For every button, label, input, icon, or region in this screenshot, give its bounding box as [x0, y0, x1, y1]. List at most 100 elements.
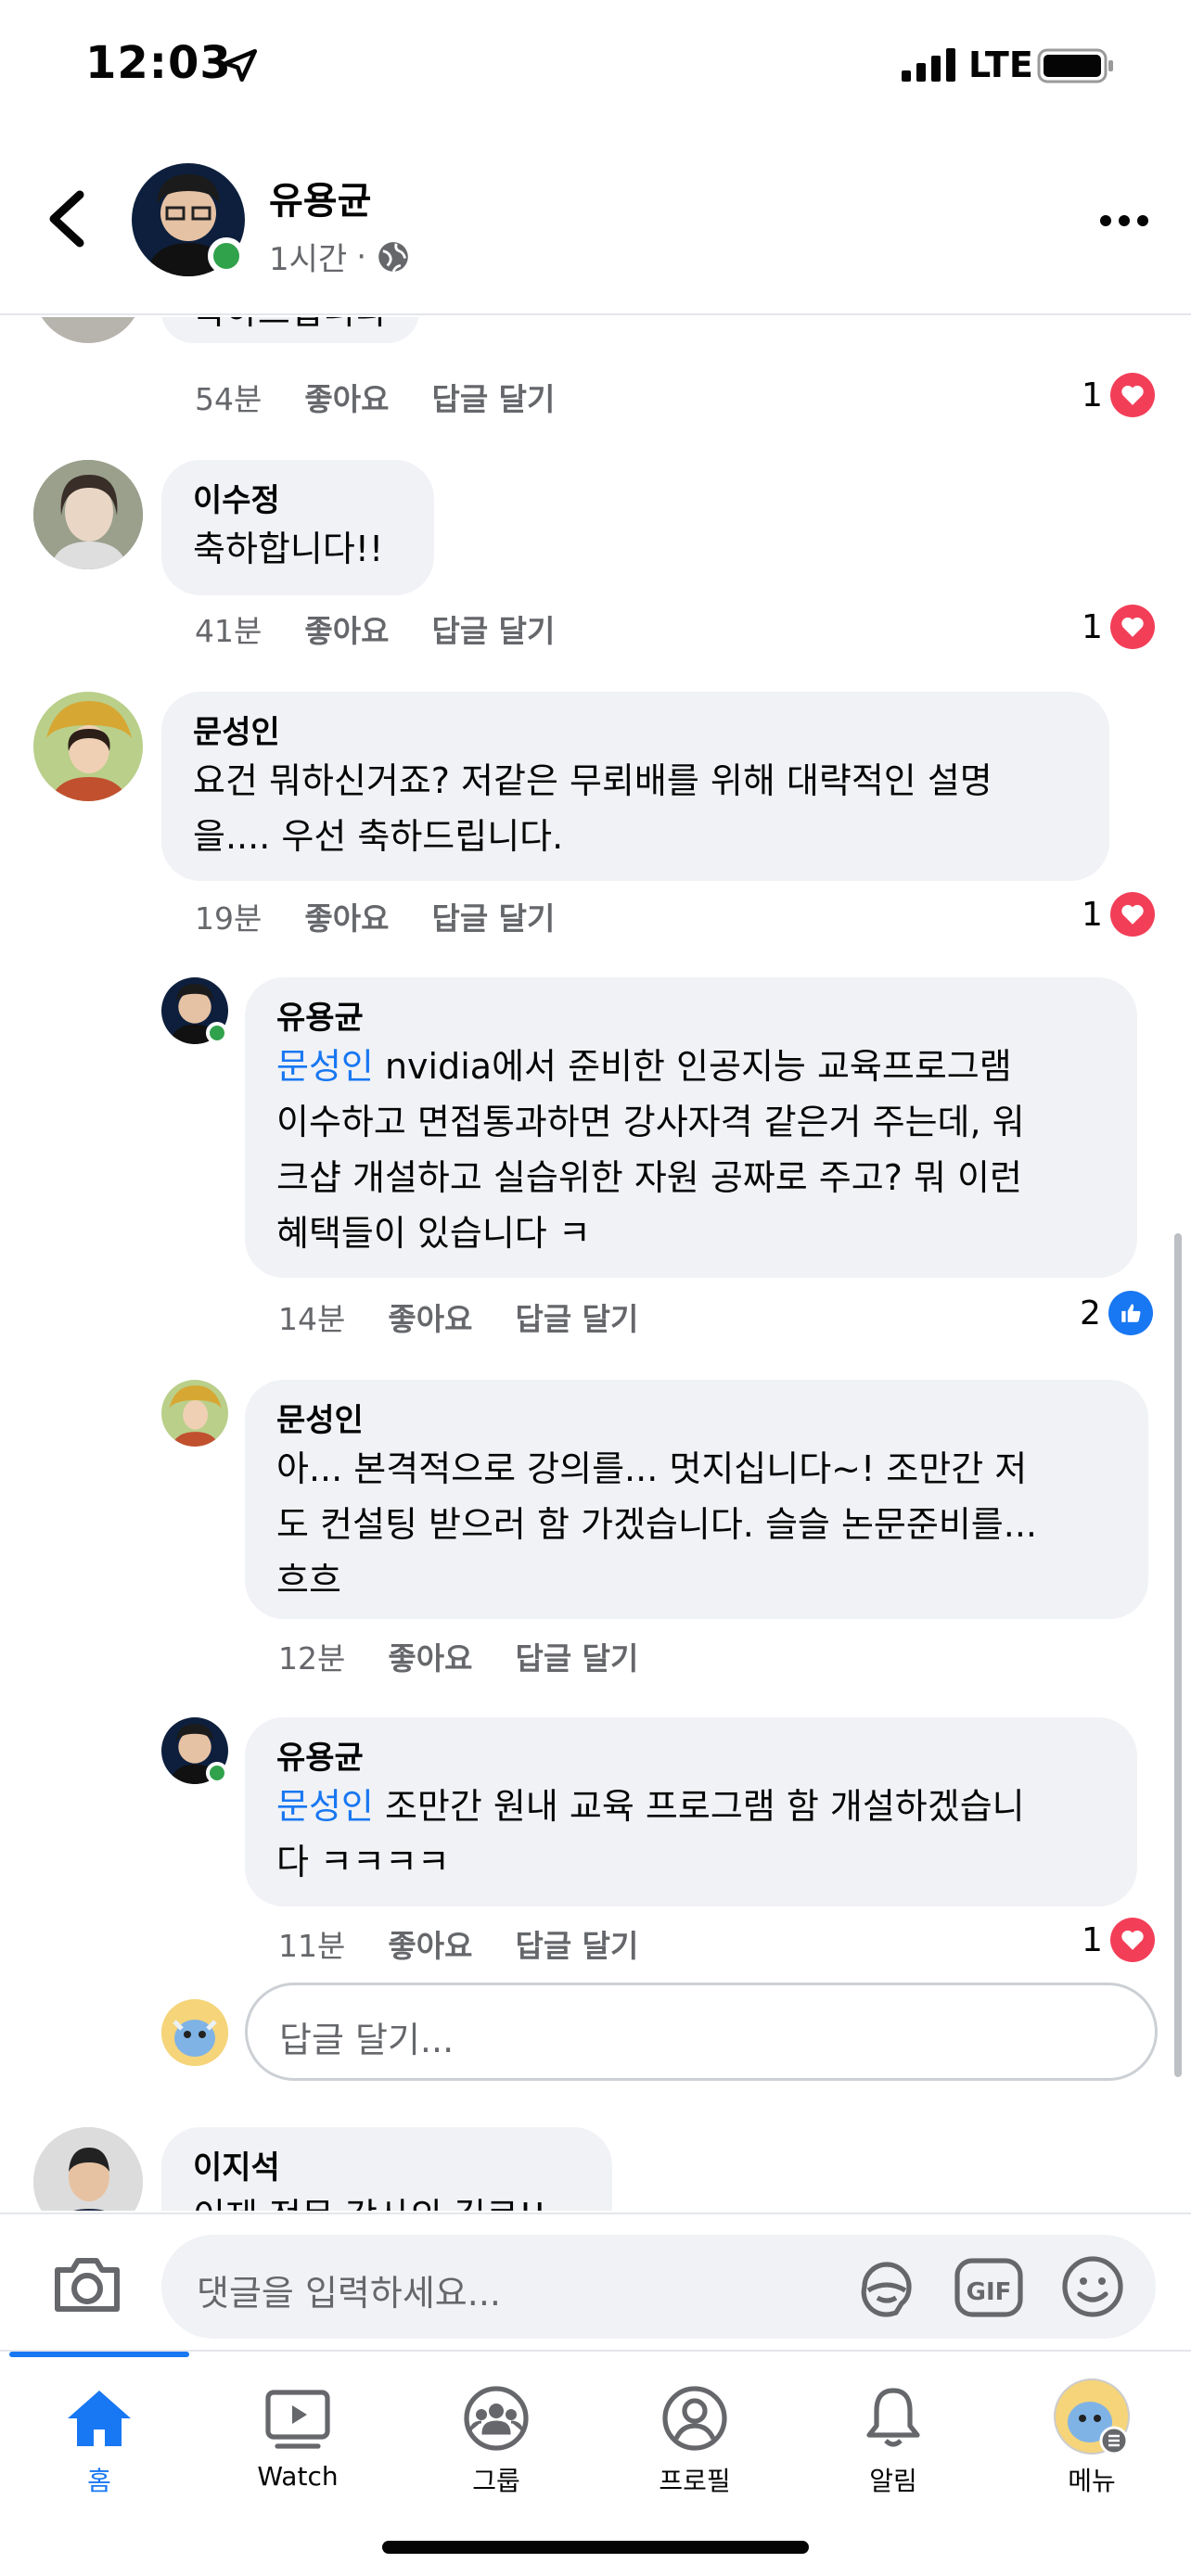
- reply-avatar[interactable]: [161, 1380, 228, 1447]
- reply-actions: 14분 좋아요 답글 달기: [278, 1294, 638, 1339]
- like-button[interactable]: 좋아요: [304, 606, 389, 651]
- comment-bubble: 이수정 축하합니다!!: [161, 460, 434, 595]
- reply-time: 11분: [278, 1928, 346, 1964]
- battery-icon: [1037, 48, 1113, 83]
- comment-composer: 댓글을 입력하세요... GIF: [0, 2213, 1191, 2348]
- reply-actions: 12분 좋아요 답글 달기: [278, 1634, 638, 1678]
- reply-text-line: 이수하고 면접통과하면 강사자격 같은거 주는데, 워: [276, 1102, 1025, 1142]
- tab-label: 프로필: [659, 2466, 731, 2496]
- mention-link[interactable]: 문성인: [276, 1786, 374, 1827]
- author-name[interactable]: 유용균: [269, 171, 371, 224]
- camera-icon[interactable]: [52, 2255, 122, 2315]
- tab-groups[interactable]: 그룹: [417, 2385, 575, 2498]
- reply-author[interactable]: 유용균: [276, 998, 1106, 1039]
- comment-bubble: 축하드립니다: [161, 317, 419, 343]
- reply-text-line: 도 컨설팅 받으러 함 가겠습니다. 슬슬 논문준비를...: [276, 1504, 1037, 1545]
- comment-author[interactable]: 문성인: [193, 712, 1078, 753]
- online-status-dot: [206, 1022, 228, 1044]
- like-button[interactable]: 좋아요: [304, 375, 389, 419]
- back-arrow-icon[interactable]: [43, 189, 91, 249]
- location-arrow-icon: [223, 48, 258, 83]
- reaction-summary[interactable]: 1: [1082, 605, 1155, 649]
- reply-bubble: 유용균 문성인 nvidia에서 준비한 인공지능 교육프로그램 이수하고 면접…: [245, 977, 1137, 1278]
- tab-label: Watch: [257, 2461, 339, 2492]
- mention-link[interactable]: 문성인: [276, 1046, 374, 1087]
- online-status-dot: [208, 237, 245, 274]
- reaction-summary[interactable]: 1: [1082, 1918, 1155, 1962]
- scrollbar[interactable]: [1174, 1233, 1182, 2077]
- status-time: 12:03: [85, 37, 232, 89]
- reaction-summary[interactable]: 1: [1082, 373, 1155, 417]
- comment-time: 54분: [195, 381, 263, 417]
- profile-icon: [662, 2386, 727, 2451]
- post-meta: 1시간 ·: [269, 234, 411, 279]
- reaction-count: 1: [1082, 1920, 1103, 1959]
- reaction-summary[interactable]: 1: [1082, 892, 1155, 937]
- tab-label: 홈: [87, 2466, 111, 2496]
- comment-input-placeholder: 댓글을 입력하세요...: [197, 2273, 501, 2314]
- reaction-summary[interactable]: 2: [1080, 1291, 1153, 1335]
- reply-button[interactable]: 답글 달기: [515, 1294, 638, 1339]
- reply-text-line: 혜택들이 있습니다 ㅋ: [276, 1213, 591, 1254]
- comment-bubble: 문성인 요건 뭐하신거죠? 저같은 무뢰배를 위해 대략적인 설명 을.... …: [161, 692, 1109, 881]
- commenter-avatar[interactable]: [33, 460, 143, 569]
- reply-input[interactable]: 답글 달기...: [245, 1983, 1158, 2081]
- tab-home[interactable]: 홈: [20, 2385, 178, 2498]
- tab-menu[interactable]: 메뉴: [1013, 2378, 1171, 2498]
- like-button[interactable]: 좋아요: [304, 894, 389, 938]
- active-tab-indicator: [9, 2352, 189, 2357]
- comment-text-line: 을.... 우선 축하드립니다.: [193, 816, 564, 857]
- home-icon: [68, 2391, 131, 2446]
- heart-reaction-icon: [1109, 605, 1155, 649]
- my-avatar: [161, 1999, 228, 2066]
- comment-time: 41분: [195, 613, 263, 649]
- gif-icon[interactable]: GIF: [954, 2257, 1024, 2318]
- tab-profile[interactable]: 프로필: [616, 2385, 774, 2498]
- comment-text: 축하드립니다: [193, 317, 388, 339]
- tab-watch[interactable]: Watch: [219, 2385, 377, 2492]
- online-status-dot: [206, 1762, 228, 1784]
- reply-button[interactable]: 답글 달기: [431, 606, 555, 651]
- menu-avatar-icon: [1054, 2378, 1130, 2455]
- heart-reaction-icon: [1109, 373, 1155, 417]
- commenter-avatar[interactable]: [33, 2127, 143, 2211]
- commenter-avatar[interactable]: [33, 692, 143, 801]
- comment-text: 이제 전문 강사의 길로!!: [193, 2188, 581, 2211]
- reaction-count: 1: [1082, 376, 1103, 414]
- like-button[interactable]: 좋아요: [388, 1634, 472, 1678]
- reply-button[interactable]: 답글 달기: [431, 375, 555, 419]
- more-options-icon[interactable]: [1100, 215, 1148, 226]
- reply-time: 12분: [278, 1640, 346, 1677]
- comment-input[interactable]: 댓글을 입력하세요... GIF: [161, 2235, 1156, 2339]
- network-label: LTE: [968, 45, 1033, 85]
- signal-icon: [902, 48, 955, 82]
- status-bar: 12:03 LTE: [0, 0, 1191, 130]
- reply-button[interactable]: 답글 달기: [515, 1634, 638, 1678]
- comment-actions: 41분 좋아요 답글 달기: [195, 606, 555, 651]
- comment-author[interactable]: 이수정: [193, 480, 403, 521]
- tab-label: 그룹: [472, 2466, 520, 2496]
- home-indicator: [382, 2541, 809, 2554]
- commenter-avatar[interactable]: [33, 317, 143, 343]
- like-button[interactable]: 좋아요: [388, 1294, 472, 1339]
- reply-bubble: 유용균 문성인 조만간 원내 교육 프로그램 함 개설하겠습니 다 ㅋㅋㅋㅋ: [245, 1717, 1137, 1906]
- globe-icon: [378, 241, 408, 273]
- comment-actions: 54분 좋아요 답글 달기: [195, 375, 555, 419]
- emoji-icon[interactable]: [1059, 2253, 1126, 2320]
- like-button[interactable]: 좋아요: [388, 1921, 472, 1966]
- comment-author[interactable]: 이지석: [193, 2148, 581, 2188]
- tab-notifications[interactable]: 알림: [814, 2385, 972, 2498]
- reaction-count: 1: [1082, 607, 1103, 646]
- reply-author[interactable]: 문성인: [276, 1400, 1117, 1441]
- thumbs-up-reaction-icon: [1108, 1291, 1153, 1335]
- tab-label: 알림: [869, 2466, 917, 2496]
- reply-button[interactable]: 답글 달기: [431, 894, 555, 938]
- reply-button[interactable]: 답글 달기: [515, 1921, 638, 1966]
- heart-reaction-icon: [1109, 1918, 1155, 1962]
- sticker-icon[interactable]: [853, 2253, 920, 2320]
- reply-text-line: 크샵 개설하고 실습위한 자원 공짜로 주고? 뭐 이런: [276, 1157, 1022, 1198]
- reply-author[interactable]: 유용균: [276, 1738, 1106, 1779]
- post-header: 유용균 1시간 ·: [0, 130, 1191, 315]
- groups-icon: [464, 2386, 529, 2451]
- reaction-count: 2: [1080, 1294, 1101, 1333]
